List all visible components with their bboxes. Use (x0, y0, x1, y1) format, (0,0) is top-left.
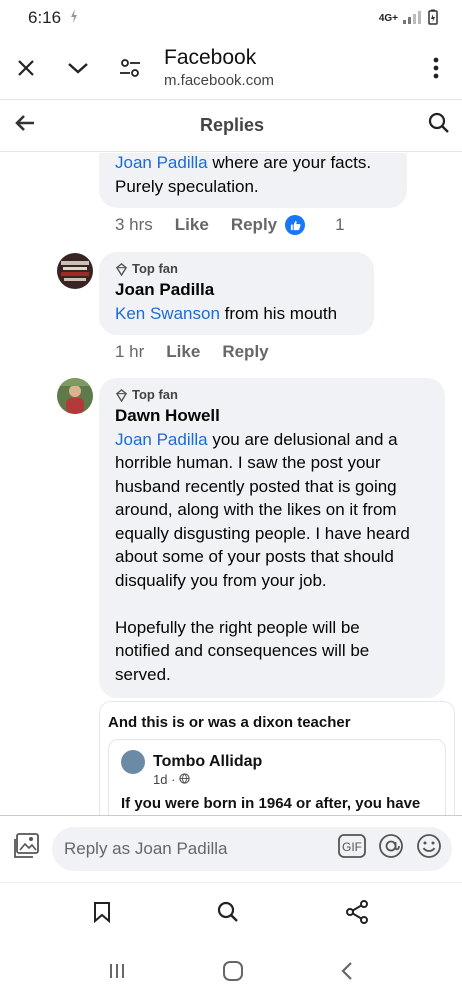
chevron-down-icon (68, 62, 88, 74)
minimize-button[interactable] (52, 42, 104, 94)
replies-list: Joan Padilla where are your facts. Purel… (0, 153, 462, 815)
replies-header: Replies (0, 100, 462, 152)
top-fan-icon (115, 262, 128, 276)
top-fan-badge: Top fan (115, 260, 358, 278)
mention-link[interactable]: Joan Padilla (115, 430, 208, 449)
add-photo-button[interactable] (12, 833, 40, 864)
emoji-button[interactable] (416, 833, 442, 864)
share-button[interactable] (345, 900, 369, 929)
browser-bottom-toolbar (0, 882, 462, 946)
close-icon (18, 59, 34, 76)
comment-text-line: Hopefully the right people will be (115, 617, 360, 637)
search-icon (428, 112, 449, 133)
shared-post-caption: And this is or was a dixon teacher (108, 714, 351, 731)
avatar[interactable] (57, 378, 93, 414)
recents-icon (110, 963, 124, 978)
mention-link[interactable]: Joan Padilla (115, 153, 208, 172)
bookmark-button[interactable] (93, 901, 111, 928)
share-icon (346, 900, 368, 924)
reply-input[interactable]: Reply as Joan Padilla GIF (52, 826, 452, 871)
comment-text-line: around, along with the likes on it from (115, 500, 397, 519)
comment-bubble: Joan Padilla where are your facts. Purel… (99, 153, 407, 208)
site-settings-button[interactable] (104, 42, 156, 94)
notification-icon (69, 8, 79, 29)
comment-text-line: Purely speculation. (115, 176, 259, 196)
site-url: m.facebook.com (164, 72, 275, 89)
more-vertical-icon (433, 57, 439, 78)
reply-button[interactable]: Reply (222, 342, 268, 362)
reply-composer: Reply as Joan Padilla GIF (0, 815, 462, 881)
shared-post-text: If you were born in 1964 or after, you h… (121, 795, 421, 812)
smiley-icon (417, 834, 441, 858)
comment-text-line: served. (115, 664, 171, 684)
like-button[interactable]: Like (166, 342, 200, 362)
comment-text-line: notified and consequences will be (115, 641, 370, 660)
mention-link[interactable]: Ken Swanson (115, 304, 220, 323)
comment-time: 3 hrs (115, 215, 153, 234)
at-sign-icon (379, 834, 403, 858)
photo-icon (14, 833, 39, 858)
shared-post-time: 1d · (153, 772, 433, 787)
arrow-left-icon (15, 115, 34, 131)
gif-button[interactable]: GIF (338, 834, 366, 863)
back-button[interactable] (14, 113, 36, 138)
mention-button[interactable] (378, 833, 404, 864)
home-button[interactable] (222, 960, 244, 987)
reaction-count: 1 (335, 215, 345, 234)
comment-time: 1 hr (115, 342, 145, 361)
status-time: 6:16 (28, 8, 62, 27)
reply-button[interactable]: Reply (231, 215, 277, 235)
comment-text-line: disqualify you from your job. (115, 570, 327, 590)
recent-apps-button[interactable] (108, 962, 126, 985)
comment-author[interactable]: Dawn Howell (115, 404, 429, 428)
gif-icon: GIF (338, 834, 366, 858)
comment-text-line: equally disgusting people. I have heard (115, 523, 410, 543)
find-in-page-button[interactable] (217, 901, 239, 928)
signal-icon (402, 10, 424, 27)
site-title: Facebook (164, 46, 257, 69)
status-bar: 6:16 4G+ (0, 0, 462, 36)
comment-bubble: Top fan Joan Padilla Ken Swanson from hi… (99, 252, 374, 335)
comment-author[interactable]: Joan Padilla (115, 278, 358, 302)
browser-toolbar: Facebook m.facebook.com (0, 36, 462, 100)
svg-text:GIF: GIF (342, 840, 362, 854)
comment-text: Ken Swanson from his mouth (115, 303, 338, 323)
reply-placeholder: Reply as Joan Padilla (64, 838, 228, 858)
comment-text: Joan Padilla you are delusional and a (115, 429, 398, 449)
like-reaction-icon (285, 215, 306, 235)
system-navigation (0, 946, 462, 1000)
top-fan-badge: Top fan (115, 386, 429, 404)
avatar (121, 750, 145, 774)
site-info: Facebook m.facebook.com (164, 46, 274, 89)
bookmark-icon (94, 902, 110, 924)
globe-icon (179, 773, 190, 784)
page-title: Replies (199, 115, 265, 135)
comment-actions: 3 hrs Like Reply 1 (115, 215, 389, 235)
chevron-left-icon (341, 961, 352, 980)
comment-bubble: Top fan Dawn Howell Joan Padilla you are… (99, 378, 445, 698)
battery-icon (428, 9, 438, 28)
comment-text-line: horrible human. I saw the post your (115, 453, 381, 472)
like-button[interactable]: Like (175, 215, 209, 235)
comment-text: Joan Padilla where are your facts. (115, 153, 372, 172)
reaction-summary[interactable]: 1 (285, 215, 366, 235)
comment-text-line: about some of your posts that should (115, 547, 394, 566)
network-label: 4G+ (378, 12, 398, 24)
home-icon (223, 960, 243, 981)
comment-text-line: husband recently posted that is going (115, 476, 397, 496)
shared-post[interactable]: And this is or was a dixon teacher Tombo… (99, 701, 455, 815)
close-tab-button[interactable] (0, 42, 52, 94)
avatar[interactable] (57, 253, 93, 289)
search-button[interactable] (428, 112, 450, 139)
top-fan-icon (115, 388, 128, 402)
shared-post-card[interactable]: Tombo Allidap 1d · If you were born in 1… (108, 739, 446, 815)
search-icon (217, 901, 238, 922)
tune-icon (120, 58, 140, 77)
back-nav-button[interactable] (340, 961, 354, 986)
browser-menu-button[interactable] (410, 42, 462, 94)
comment-actions: 1 hr Like Reply (115, 342, 291, 362)
shared-post-author: Tombo Allidap (153, 753, 263, 770)
